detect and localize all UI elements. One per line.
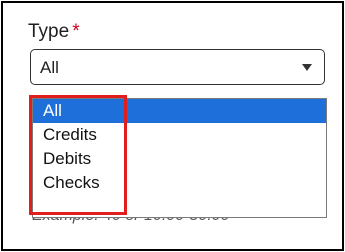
- option-all[interactable]: All: [33, 99, 326, 123]
- required-asterisk: *: [72, 21, 80, 42]
- screenshot-frame: Type* Example: 40 or 10.00-50.00 All All…: [1, 1, 344, 251]
- chevron-down-icon: [302, 64, 312, 71]
- option-debits[interactable]: Debits: [33, 147, 326, 171]
- type-select[interactable]: All: [30, 49, 325, 85]
- type-select-value: All: [40, 58, 59, 77]
- type-dropdown-list: All Credits Debits Checks: [32, 98, 327, 218]
- option-credits[interactable]: Credits: [33, 123, 326, 147]
- option-checks[interactable]: Checks: [33, 171, 326, 195]
- type-label-text: Type: [28, 21, 70, 42]
- type-field-label: Type *: [28, 21, 80, 43]
